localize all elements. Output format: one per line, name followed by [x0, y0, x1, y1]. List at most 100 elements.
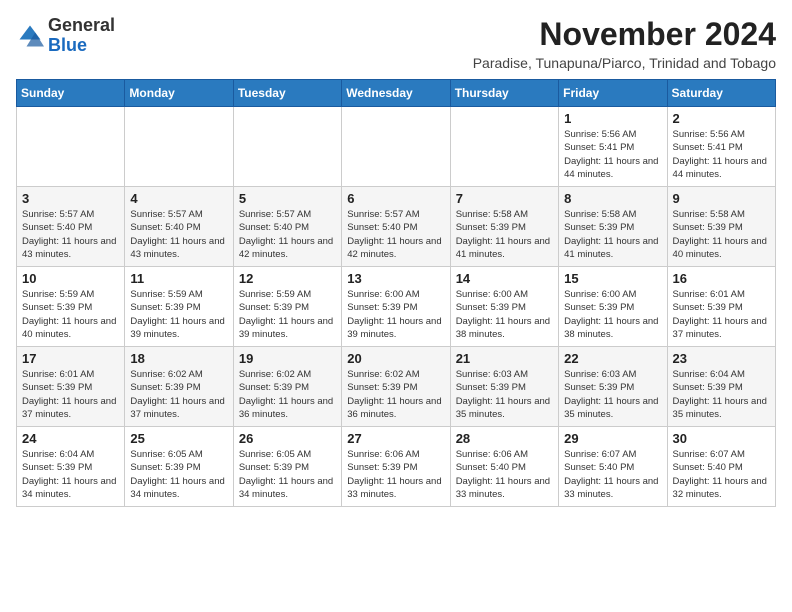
calendar-week-2: 3 Sunrise: 5:57 AM Sunset: 5:40 PM Daylig… — [17, 187, 776, 267]
day-info: Sunrise: 6:00 AM Sunset: 5:39 PM Dayligh… — [456, 288, 553, 341]
calendar-cell: 9Sunrise: 5:58 AM Sunset: 5:39 PM Daylig… — [667, 187, 775, 267]
day-number: 4 — [130, 191, 227, 206]
calendar-cell: 5Sunrise: 5:57 AM Sunset: 5:40 PM Daylig… — [233, 187, 341, 267]
day-number: 1 — [564, 111, 661, 126]
location: Paradise, Tunapuna/Piarco, Trinidad and … — [473, 55, 776, 71]
day-info: Sunrise: 5:58 AM Sunset: 5:39 PM Dayligh… — [673, 208, 770, 261]
day-info: Sunrise: 5:57 AM Sunset: 5:40 PM Dayligh… — [22, 208, 119, 261]
calendar-cell: 16 Sunrise: 6:01 AM Sunset: 5:39 PM Dayli… — [667, 267, 775, 347]
calendar-week-1: 1 Sunrise: 5:56 AM Sunset: 5:41 PM Daylig… — [17, 107, 776, 187]
calendar-cell: 1 Sunrise: 5:56 AM Sunset: 5:41 PM Daylig… — [559, 107, 667, 187]
day-number: 13 — [347, 271, 444, 286]
calendar-cell: 12 Sunrise: 5:59 AM Sunset: 5:39 PM Dayli… — [233, 267, 341, 347]
day-info: Sunrise: 6:02 AM Sunset: 5:39 PM Dayligh… — [239, 368, 336, 421]
day-number: 23 — [673, 351, 770, 366]
calendar-cell: 13 Sunrise: 6:00 AM Sunset: 5:39 PM Dayli… — [342, 267, 450, 347]
weekday-header-tuesday: Tuesday — [233, 80, 341, 107]
logo: General Blue — [16, 16, 115, 56]
day-number: 14 — [456, 271, 553, 286]
weekday-header-sunday: Sunday — [17, 80, 125, 107]
weekday-header-friday: Friday — [559, 80, 667, 107]
calendar-cell — [125, 107, 233, 187]
weekday-header-thursday: Thursday — [450, 80, 558, 107]
calendar-week-4: 17 Sunrise: 6:01 AM Sunset: 5:39 PM Dayli… — [17, 347, 776, 427]
day-info: Sunrise: 5:56 AM Sunset: 5:41 PM Dayligh… — [673, 128, 770, 181]
day-number: 2 — [673, 111, 770, 126]
day-info: Sunrise: 6:01 AM Sunset: 5:39 PM Dayligh… — [22, 368, 119, 421]
day-number: 3 — [22, 191, 119, 206]
weekday-header-saturday: Saturday — [667, 80, 775, 107]
calendar-header-row: SundayMondayTuesdayWednesdayThursdayFrid… — [17, 80, 776, 107]
day-info: Sunrise: 6:05 AM Sunset: 5:39 PM Dayligh… — [239, 448, 336, 501]
day-number: 27 — [347, 431, 444, 446]
calendar-cell: 22 Sunrise: 6:03 AM Sunset: 5:39 PM Dayli… — [559, 347, 667, 427]
day-number: 20 — [347, 351, 444, 366]
day-number: 18 — [130, 351, 227, 366]
calendar-cell: 14 Sunrise: 6:00 AM Sunset: 5:39 PM Dayli… — [450, 267, 558, 347]
logo-icon — [16, 22, 44, 50]
day-info: Sunrise: 6:04 AM Sunset: 5:39 PM Dayligh… — [673, 368, 770, 421]
calendar-cell — [450, 107, 558, 187]
calendar-cell — [342, 107, 450, 187]
day-info: Sunrise: 6:05 AM Sunset: 5:39 PM Dayligh… — [130, 448, 227, 501]
day-info: Sunrise: 6:00 AM Sunset: 5:39 PM Dayligh… — [564, 288, 661, 341]
day-number: 21 — [456, 351, 553, 366]
day-info: Sunrise: 6:06 AM Sunset: 5:39 PM Dayligh… — [347, 448, 444, 501]
day-info: Sunrise: 5:59 AM Sunset: 5:39 PM Dayligh… — [130, 288, 227, 341]
day-info: Sunrise: 6:03 AM Sunset: 5:39 PM Dayligh… — [456, 368, 553, 421]
day-number: 12 — [239, 271, 336, 286]
logo-text: General Blue — [48, 16, 115, 56]
day-number: 16 — [673, 271, 770, 286]
day-number: 29 — [564, 431, 661, 446]
day-info: Sunrise: 5:59 AM Sunset: 5:39 PM Dayligh… — [239, 288, 336, 341]
day-number: 5 — [239, 191, 336, 206]
calendar-cell: 15 Sunrise: 6:00 AM Sunset: 5:39 PM Dayli… — [559, 267, 667, 347]
day-info: Sunrise: 5:58 AM Sunset: 5:39 PM Dayligh… — [456, 208, 553, 261]
calendar-cell: 11 Sunrise: 5:59 AM Sunset: 5:39 PM Dayli… — [125, 267, 233, 347]
day-number: 24 — [22, 431, 119, 446]
weekday-header-monday: Monday — [125, 80, 233, 107]
calendar-cell: 28 Sunrise: 6:06 AM Sunset: 5:40 PM Dayli… — [450, 427, 558, 507]
month-year: November 2024 — [473, 16, 776, 53]
calendar-cell: 8 Sunrise: 5:58 AM Sunset: 5:39 PM Daylig… — [559, 187, 667, 267]
calendar-cell: 19Sunrise: 6:02 AM Sunset: 5:39 PM Dayli… — [233, 347, 341, 427]
day-info: Sunrise: 5:56 AM Sunset: 5:41 PM Dayligh… — [564, 128, 661, 181]
calendar-cell: 24 Sunrise: 6:04 AM Sunset: 5:39 PM Dayli… — [17, 427, 125, 507]
calendar-cell: 23 Sunrise: 6:04 AM Sunset: 5:39 PM Dayli… — [667, 347, 775, 427]
day-info: Sunrise: 6:00 AM Sunset: 5:39 PM Dayligh… — [347, 288, 444, 341]
day-info: Sunrise: 6:02 AM Sunset: 5:39 PM Dayligh… — [130, 368, 227, 421]
calendar-cell: 29 Sunrise: 6:07 AM Sunset: 5:40 PM Dayli… — [559, 427, 667, 507]
day-number: 8 — [564, 191, 661, 206]
day-number: 15 — [564, 271, 661, 286]
calendar-cell: 17 Sunrise: 6:01 AM Sunset: 5:39 PM Dayli… — [17, 347, 125, 427]
calendar-table: SundayMondayTuesdayWednesdayThursdayFrid… — [16, 79, 776, 507]
day-number: 10 — [22, 271, 119, 286]
day-number: 6 — [347, 191, 444, 206]
day-info: Sunrise: 6:01 AM Sunset: 5:39 PM Dayligh… — [673, 288, 770, 341]
day-number: 30 — [673, 431, 770, 446]
logo-general: General — [48, 15, 115, 35]
day-number: 11 — [130, 271, 227, 286]
day-number: 22 — [564, 351, 661, 366]
day-info: Sunrise: 6:06 AM Sunset: 5:40 PM Dayligh… — [456, 448, 553, 501]
day-info: Sunrise: 5:58 AM Sunset: 5:39 PM Dayligh… — [564, 208, 661, 261]
calendar-cell: 2 Sunrise: 5:56 AM Sunset: 5:41 PM Daylig… — [667, 107, 775, 187]
calendar-cell: 6 Sunrise: 5:57 AM Sunset: 5:40 PM Daylig… — [342, 187, 450, 267]
calendar-week-3: 10 Sunrise: 5:59 AM Sunset: 5:39 PM Dayli… — [17, 267, 776, 347]
calendar-cell: 7 Sunrise: 5:58 AM Sunset: 5:39 PM Daylig… — [450, 187, 558, 267]
title-block: November 2024 Paradise, Tunapuna/Piarco,… — [473, 16, 776, 71]
day-number: 28 — [456, 431, 553, 446]
calendar-cell: 21 Sunrise: 6:03 AM Sunset: 5:39 PM Dayli… — [450, 347, 558, 427]
day-info: Sunrise: 6:03 AM Sunset: 5:39 PM Dayligh… — [564, 368, 661, 421]
calendar-week-5: 24 Sunrise: 6:04 AM Sunset: 5:39 PM Dayli… — [17, 427, 776, 507]
day-info: Sunrise: 5:57 AM Sunset: 5:40 PM Dayligh… — [347, 208, 444, 261]
logo-blue: Blue — [48, 35, 87, 55]
day-info: Sunrise: 6:07 AM Sunset: 5:40 PM Dayligh… — [564, 448, 661, 501]
day-number: 17 — [22, 351, 119, 366]
calendar-cell: 27 Sunrise: 6:06 AM Sunset: 5:39 PM Dayli… — [342, 427, 450, 507]
day-number: 7 — [456, 191, 553, 206]
weekday-header-wednesday: Wednesday — [342, 80, 450, 107]
day-info: Sunrise: 5:59 AM Sunset: 5:39 PM Dayligh… — [22, 288, 119, 341]
calendar-cell: 10 Sunrise: 5:59 AM Sunset: 5:39 PM Dayli… — [17, 267, 125, 347]
day-info: Sunrise: 6:04 AM Sunset: 5:39 PM Dayligh… — [22, 448, 119, 501]
